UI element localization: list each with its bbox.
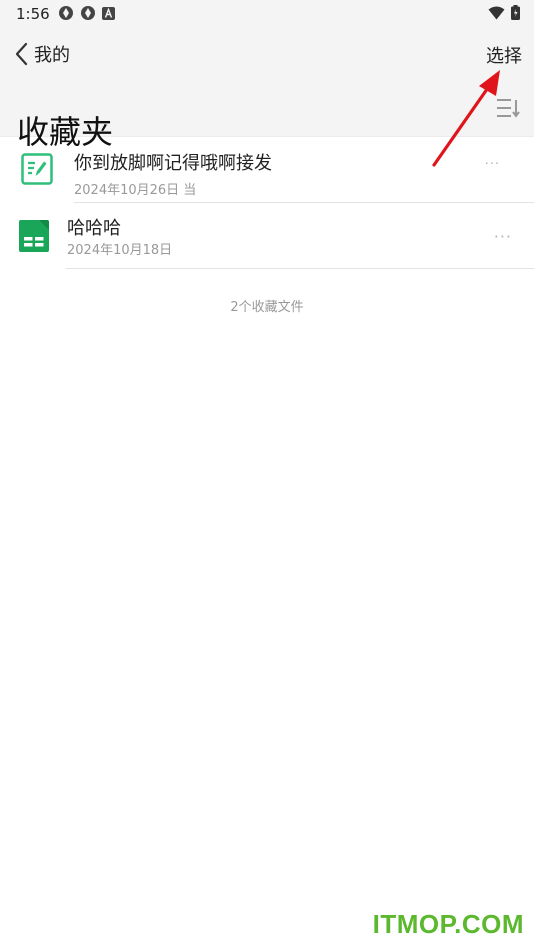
sort-button[interactable] [496, 98, 520, 122]
aperture-icon [81, 6, 95, 20]
divider [66, 268, 534, 269]
page-header: 我的 选择 收藏夹 [0, 28, 534, 151]
spreadsheet-icon [19, 220, 49, 252]
watermark: ITMOP.COM [372, 909, 524, 939]
file-name: 哈哈哈 [67, 218, 121, 239]
favorites-count: 2个收藏文件 [230, 300, 304, 315]
font-a-icon [102, 6, 115, 20]
back-label: 我的 [34, 45, 70, 66]
more-options-button[interactable]: ··· [485, 157, 500, 172]
status-bar: 1:56 [0, 0, 534, 28]
file-date: 2024年10月18日 [67, 243, 173, 258]
battery-icon [511, 5, 520, 20]
sort-icon [497, 99, 520, 118]
status-time: 1:56 [16, 5, 50, 23]
select-button[interactable]: 选择 [486, 42, 522, 68]
chevron-left-icon [15, 42, 28, 66]
aperture-icon [59, 6, 73, 20]
status-system-icons [488, 5, 520, 20]
back-button[interactable]: 我的 [14, 40, 70, 68]
wifi-icon [488, 6, 505, 19]
favorites-list: 你到放脚啊记得哦啊接发 2024年10月26日 当 ··· 哈哈哈 2024年1… [0, 137, 534, 269]
list-item[interactable]: 哈哈哈 2024年10月18日 ··· [0, 203, 534, 269]
list-item[interactable]: 你到放脚啊记得哦啊接发 2024年10月26日 当 ··· [0, 137, 534, 203]
file-date: 2024年10月26日 当 [74, 183, 197, 198]
status-notification-icons [58, 5, 115, 21]
more-options-button[interactable]: ··· [494, 227, 512, 246]
note-edit-icon [21, 153, 53, 185]
file-name: 你到放脚啊记得哦啊接发 [74, 153, 272, 174]
